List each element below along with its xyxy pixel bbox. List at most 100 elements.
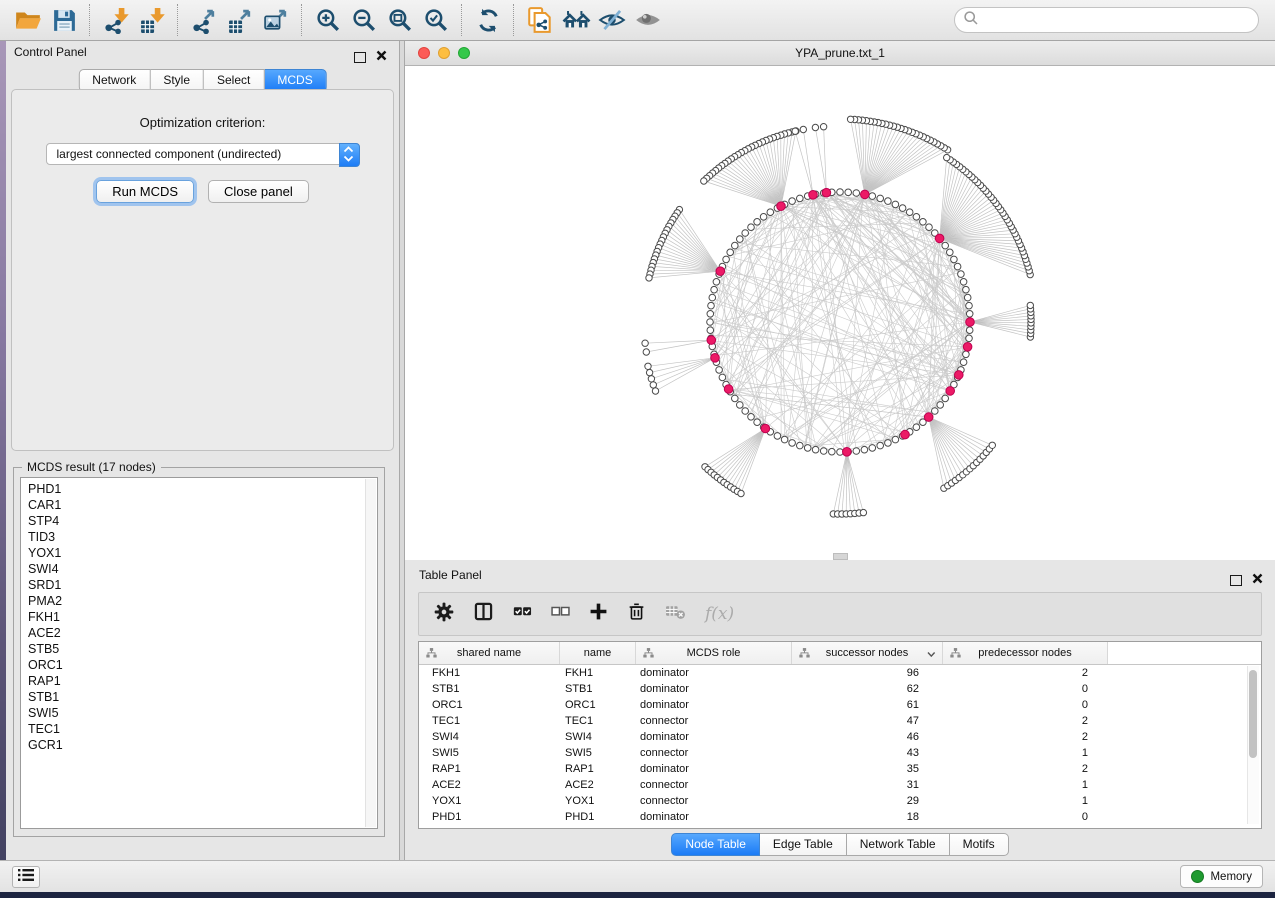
network-table-splitter-handle[interactable] — [833, 553, 848, 560]
close-table-panel-icon[interactable] — [1252, 571, 1263, 589]
mcds-result-item[interactable]: FKH1 — [28, 609, 377, 625]
import-table-button[interactable] — [134, 3, 170, 37]
columns-button[interactable] — [473, 601, 494, 627]
column-header-name[interactable]: name — [560, 642, 636, 664]
cell-shared-name[interactable]: SWI5 — [419, 747, 559, 759]
task-history-button[interactable] — [12, 866, 40, 888]
mcds-result-item[interactable]: PHD1 — [28, 481, 377, 497]
settings-button[interactable] — [434, 602, 454, 627]
cell-shared-name[interactable]: YOX1 — [419, 795, 559, 807]
cell-MCDS-role[interactable]: dominator — [634, 683, 789, 695]
cell-successor-nodes[interactable]: 46 — [789, 731, 939, 743]
column-header-successor-nodes[interactable]: successor nodes — [792, 642, 943, 664]
result-list-scrollbar[interactable] — [365, 479, 376, 827]
table-row-RAP1[interactable]: RAP1RAP1dominator352 — [419, 761, 1261, 777]
close-panel-icon[interactable] — [376, 48, 387, 66]
hide-selected-button[interactable] — [594, 3, 630, 37]
cell-shared-name[interactable]: SWI4 — [419, 731, 559, 743]
fan-leaves[interactable] — [642, 116, 1034, 517]
cell-predecessor-nodes[interactable]: 1 — [939, 779, 1103, 791]
criterion-dropdown[interactable]: largest connected component (undirected) — [46, 143, 360, 165]
import-network-button[interactable] — [98, 3, 134, 37]
minimize-window-icon[interactable] — [438, 47, 450, 59]
cell-MCDS-role[interactable]: dominator — [634, 811, 789, 823]
cell-shared-name[interactable]: ACE2 — [419, 779, 559, 791]
run-mcds-button[interactable]: Run MCDS — [96, 180, 194, 203]
mcds-result-item[interactable]: STB5 — [28, 641, 377, 657]
float-panel-icon[interactable] — [354, 52, 366, 63]
mcds-result-item[interactable]: ORC1 — [28, 657, 377, 673]
cell-predecessor-nodes[interactable]: 0 — [939, 699, 1103, 711]
cell-name[interactable]: SWI4 — [559, 731, 634, 743]
add-row-button[interactable] — [589, 602, 608, 626]
tab-network-table[interactable]: Network Table — [847, 833, 950, 856]
cell-predecessor-nodes[interactable]: 2 — [939, 763, 1103, 775]
tab-edge-table[interactable]: Edge Table — [760, 833, 847, 856]
cell-MCDS-role[interactable]: dominator — [634, 731, 789, 743]
column-header-predecessor-nodes[interactable]: predecessor nodes — [943, 642, 1108, 664]
zoom-in-button[interactable] — [310, 3, 346, 37]
zoom-fit-button[interactable] — [382, 3, 418, 37]
network-window-titlebar[interactable]: YPA_prune.txt_1 — [405, 41, 1275, 66]
first-neighbors-button[interactable] — [558, 3, 594, 37]
mcds-result-item[interactable]: TID3 — [28, 529, 377, 545]
export-image-button[interactable] — [258, 3, 294, 37]
cell-successor-nodes[interactable]: 61 — [789, 699, 939, 711]
cell-name[interactable]: ACE2 — [559, 779, 634, 791]
table-scrollbar-thumb[interactable] — [1249, 670, 1257, 758]
zoom-out-button[interactable] — [346, 3, 382, 37]
cell-predecessor-nodes[interactable]: 0 — [939, 683, 1103, 695]
column-header-MCDS-role[interactable]: MCDS role — [636, 642, 792, 664]
mcds-result-item[interactable]: SWI5 — [28, 705, 377, 721]
cell-name[interactable]: TEC1 — [559, 715, 634, 727]
cell-shared-name[interactable]: RAP1 — [419, 763, 559, 775]
cell-predecessor-nodes[interactable]: 2 — [939, 731, 1103, 743]
table-row-TEC1[interactable]: TEC1TEC1connector472 — [419, 713, 1261, 729]
cell-name[interactable]: RAP1 — [559, 763, 634, 775]
mcds-result-item[interactable]: PMA2 — [28, 593, 377, 609]
mcds-result-item[interactable]: YOX1 — [28, 545, 377, 561]
table-row-STB1[interactable]: STB1STB1dominator620 — [419, 681, 1261, 697]
close-panel-button[interactable]: Close panel — [208, 180, 309, 203]
cell-predecessor-nodes[interactable]: 1 — [939, 747, 1103, 759]
cell-name[interactable]: STB1 — [559, 683, 634, 695]
select-all-button[interactable] — [513, 602, 532, 626]
table-row-FKH1[interactable]: FKH1FKH1dominator962 — [419, 665, 1261, 681]
delete-row-button[interactable] — [627, 602, 646, 626]
open-file-button[interactable] — [10, 3, 46, 37]
cell-MCDS-role[interactable]: connector — [634, 747, 789, 759]
deselect-all-button[interactable] — [551, 602, 570, 626]
cell-name[interactable]: ORC1 — [559, 699, 634, 711]
cell-successor-nodes[interactable]: 43 — [789, 747, 939, 759]
zoom-selected-button[interactable] — [418, 3, 454, 37]
table-row-YOX1[interactable]: YOX1YOX1connector291 — [419, 793, 1261, 809]
cell-MCDS-role[interactable]: connector — [634, 779, 789, 791]
memory-button[interactable]: Memory — [1180, 865, 1263, 888]
clone-network-button[interactable] — [522, 3, 558, 37]
mcds-result-item[interactable]: STB1 — [28, 689, 377, 705]
table-row-SWI4[interactable]: SWI4SWI4dominator462 — [419, 729, 1261, 745]
table-row-ORC1[interactable]: ORC1ORC1dominator610 — [419, 697, 1261, 713]
tab-motifs[interactable]: Motifs — [950, 833, 1009, 856]
zoom-window-icon[interactable] — [458, 47, 470, 59]
cell-name[interactable]: PHD1 — [559, 811, 634, 823]
show-all-button[interactable] — [630, 3, 666, 37]
cell-successor-nodes[interactable]: 18 — [789, 811, 939, 823]
cell-predecessor-nodes[interactable]: 2 — [939, 715, 1103, 727]
cell-successor-nodes[interactable]: 62 — [789, 683, 939, 695]
cell-name[interactable]: YOX1 — [559, 795, 634, 807]
cell-successor-nodes[interactable]: 29 — [789, 795, 939, 807]
search-box[interactable] — [954, 7, 1259, 33]
table-row-SWI5[interactable]: SWI5SWI5connector431 — [419, 745, 1261, 761]
mcds-result-item[interactable]: GCR1 — [28, 737, 377, 753]
table-row-PHD1[interactable]: PHD1PHD1dominator180 — [419, 809, 1261, 825]
network-graph[interactable] — [405, 66, 1275, 560]
cell-shared-name[interactable]: PHD1 — [419, 811, 559, 823]
cell-successor-nodes[interactable]: 96 — [789, 667, 939, 679]
cell-name[interactable]: SWI5 — [559, 747, 634, 759]
cell-successor-nodes[interactable]: 35 — [789, 763, 939, 775]
close-window-icon[interactable] — [418, 47, 430, 59]
cell-successor-nodes[interactable]: 47 — [789, 715, 939, 727]
cell-predecessor-nodes[interactable]: 0 — [939, 811, 1103, 823]
table-scrollbar[interactable] — [1247, 666, 1259, 824]
